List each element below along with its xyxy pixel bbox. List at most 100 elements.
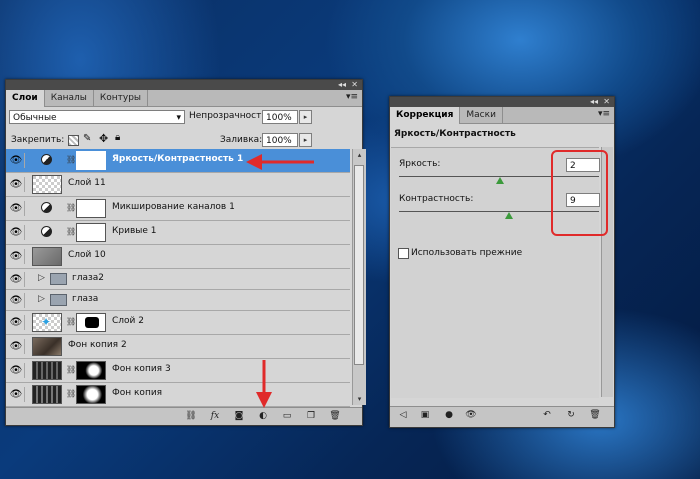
layer-row-curves[interactable]: 👁︎ ⛓︎ Кривые 1 <box>6 221 350 245</box>
eye-icon[interactable]: 👁︎ <box>8 387 25 402</box>
link-icon[interactable]: ⛓︎ <box>184 410 198 422</box>
layer-thumbnail[interactable] <box>32 361 62 380</box>
layer-mask-thumbnail[interactable] <box>76 361 106 380</box>
layer-mask-thumbnail[interactable] <box>76 313 106 332</box>
chain-icon[interactable]: ⛓︎ <box>66 155 76 164</box>
layers-scrollbar[interactable]: ▴ ▾ <box>352 149 366 405</box>
layer-name[interactable]: Фон копия <box>112 388 162 398</box>
layer-group-glaza2[interactable]: 👁︎ ▷ глаза2 <box>6 269 350 290</box>
eye-icon[interactable]: 👁︎ <box>8 177 25 192</box>
trash-icon[interactable]: 🗑︎ <box>328 410 342 422</box>
eye-icon[interactable]: 👁︎ <box>8 153 25 168</box>
eye-icon[interactable]: 👁︎ <box>8 249 25 264</box>
layer-thumbnail[interactable] <box>32 175 62 194</box>
fill-stepper[interactable]: ▸ <box>299 133 312 147</box>
mask-icon[interactable]: ◙ <box>232 410 246 422</box>
eye-icon[interactable]: 👁︎ <box>8 225 25 240</box>
fx-icon[interactable]: fx <box>208 410 222 422</box>
scroll-down-icon[interactable]: ▾ <box>353 393 366 405</box>
chain-icon[interactable]: ⛓︎ <box>66 203 76 212</box>
folder-icon <box>50 273 67 285</box>
tab-adjustments[interactable]: Коррекция <box>390 107 461 124</box>
lock-label: Закрепить: <box>11 135 65 145</box>
layer-name[interactable]: Слой 11 <box>68 178 106 188</box>
layer-thumbnail[interactable] <box>32 385 62 404</box>
panel-menu-icon[interactable]: ▾≡ <box>598 109 610 119</box>
layer-name[interactable]: глаза <box>72 294 98 304</box>
collapse-icon[interactable]: ◂◂ <box>590 97 598 107</box>
layer-name[interactable]: Слой 10 <box>68 250 106 260</box>
lock-all-icon[interactable]: 🔒︎ <box>115 132 120 143</box>
collapse-icon[interactable]: ◂◂ <box>338 80 346 90</box>
eye-icon[interactable]: 👁︎ <box>8 201 25 216</box>
layer-thumbnail[interactable] <box>32 337 62 356</box>
eye-icon[interactable]: 👁︎ <box>8 315 25 330</box>
eye-icon[interactable]: 👁︎ <box>8 339 25 354</box>
back-icon[interactable]: ◁ <box>396 409 410 421</box>
scroll-up-icon[interactable]: ▴ <box>353 149 366 161</box>
layer-name[interactable]: Кривые 1 <box>112 226 157 236</box>
layer-row-fon-kopiya-3[interactable]: 👁︎ ⛓︎ Фон копия 3 <box>6 359 350 383</box>
layer-mask-thumbnail[interactable] <box>76 199 106 218</box>
new-layer-icon[interactable]: ❐ <box>304 410 318 422</box>
chain-icon[interactable]: ⛓︎ <box>66 317 76 326</box>
layer-row-channel-mixer[interactable]: 👁︎ ⛓︎ Микширование каналов 1 <box>6 197 350 221</box>
opacity-input[interactable]: 100% <box>262 110 298 124</box>
eye-icon[interactable]: 👁︎ <box>464 409 478 421</box>
tab-masks[interactable]: Маски <box>460 107 503 123</box>
layer-mask-thumbnail[interactable] <box>76 385 106 404</box>
layer-group-glaza[interactable]: 👁︎ ▷ глаза <box>6 290 350 311</box>
eye-icon[interactable]: 👁︎ <box>8 272 25 287</box>
eye-icon[interactable]: 👁︎ <box>8 363 25 378</box>
lock-transparency-icon[interactable] <box>68 135 79 146</box>
layer-name[interactable]: Яркость/Контрастность 1 <box>112 154 243 164</box>
layer-row-fon-kopiya-2[interactable]: 👁︎ Фон копия 2 <box>6 335 350 359</box>
layer-row-sloy-11[interactable]: 👁︎ Слой 11 <box>6 173 350 197</box>
eye-icon[interactable]: 👁︎ <box>8 293 25 308</box>
panel-menu-icon[interactable]: ▾≡ <box>346 92 358 102</box>
adjustment-icon[interactable]: ◐ <box>256 410 270 422</box>
layer-thumbnail[interactable] <box>32 247 62 266</box>
brightness-label: Яркость: <box>399 159 441 169</box>
layer-mask-thumbnail[interactable] <box>76 151 106 170</box>
blend-mode-select[interactable]: Обычные ▾ <box>9 110 185 124</box>
expand-arrow-icon[interactable]: ▷ <box>38 294 45 304</box>
chain-icon[interactable]: ⛓︎ <box>66 227 76 236</box>
expand-arrow-icon[interactable]: ▷ <box>38 273 45 283</box>
lock-move-icon[interactable]: ✥ <box>99 132 108 145</box>
close-icon[interactable]: ✕ <box>351 80 358 90</box>
layer-row-sloy-2[interactable]: 👁︎ ✦ ⛓︎ Слой 2 <box>6 311 350 335</box>
group-icon[interactable]: ▭ <box>280 410 294 422</box>
trash-icon[interactable]: 🗑︎ <box>588 409 602 421</box>
layer-name[interactable]: Фон копия 2 <box>68 340 127 350</box>
chain-icon[interactable]: ⛓︎ <box>66 389 76 398</box>
layer-thumbnail[interactable]: ✦ <box>32 313 62 332</box>
fill-input[interactable]: 100% <box>262 133 298 147</box>
clip-icon[interactable]: ▣ <box>418 409 432 421</box>
chain-icon[interactable]: ⛓︎ <box>66 365 76 374</box>
layer-name[interactable]: Фон копия 3 <box>112 364 171 374</box>
brightness-slider-knob[interactable] <box>496 177 504 184</box>
contrast-slider-knob[interactable] <box>505 212 513 219</box>
visibility-icon[interactable]: ● <box>442 409 456 421</box>
layer-row-sloy-10[interactable]: 👁︎ Слой 10 <box>6 245 350 269</box>
layer-row-fon-kopiya[interactable]: 👁︎ ⛓︎ Фон копия <box>6 383 350 407</box>
layer-name[interactable]: Микширование каналов 1 <box>112 202 235 212</box>
layer-name[interactable]: Слой 2 <box>112 316 144 326</box>
tab-channels[interactable]: Каналы <box>45 90 94 106</box>
close-icon[interactable]: ✕ <box>603 97 610 107</box>
reset-icon[interactable]: ↻ <box>564 409 578 421</box>
legacy-checkbox[interactable] <box>398 248 409 259</box>
opacity-stepper[interactable]: ▸ <box>299 110 312 124</box>
layer-name[interactable]: глаза2 <box>72 273 104 283</box>
correction-toolbar: ◁ ▣ ● 👁︎ ↶ ↻ 🗑︎ <box>390 406 614 427</box>
layer-mask-thumbnail[interactable] <box>76 223 106 242</box>
opacity-label: Непрозрачность: <box>189 111 270 121</box>
reset-previous-icon[interactable]: ↶ <box>540 409 554 421</box>
tab-layers[interactable]: Слои <box>6 90 45 107</box>
lock-paint-icon[interactable]: ✎ <box>83 133 91 144</box>
legacy-label[interactable]: Использовать прежние <box>411 248 522 258</box>
tab-paths[interactable]: Контуры <box>94 90 149 106</box>
scroll-thumb[interactable] <box>354 165 364 365</box>
fill-label: Заливка: <box>220 135 263 145</box>
